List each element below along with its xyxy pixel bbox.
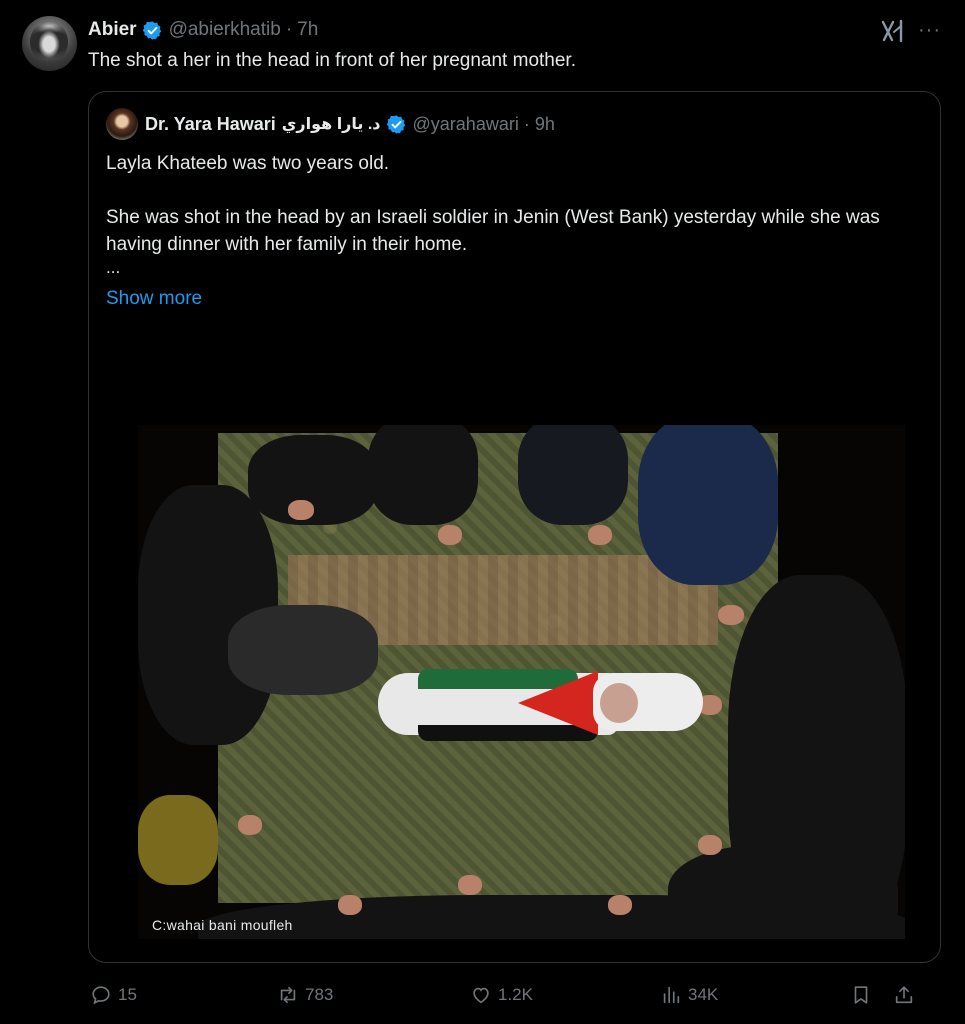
verified-badge-icon	[142, 20, 161, 40]
verified-badge-icon	[386, 114, 405, 134]
quoted-tweet[interactable]: Dr. Yara Hawari د. يارا هواري @yarahawar…	[88, 91, 941, 963]
like-count: 1.2K	[498, 985, 533, 1004]
quote-timestamp[interactable]: 9h	[535, 114, 555, 135]
like-icon	[473, 987, 489, 1004]
reply-count: 15	[118, 985, 137, 1004]
reply-icon	[92, 986, 110, 1005]
separator-dot: ·	[523, 113, 530, 134]
quote-author-name-arabic[interactable]: د. يارا هواري	[282, 114, 381, 134]
hand	[338, 895, 362, 915]
hand	[438, 525, 462, 545]
mourner	[518, 425, 628, 525]
quote-header: Dr. Yara Hawari د. يارا هواري @yarahawar…	[106, 108, 555, 140]
share-icon	[895, 986, 913, 1004]
repost-count: 783	[305, 985, 334, 1004]
flag-stripe-green	[418, 669, 578, 689]
like-button[interactable]: 1.2K	[470, 980, 533, 1010]
repost-button[interactable]: 783	[277, 980, 333, 1010]
hand	[238, 815, 262, 835]
face	[600, 683, 638, 723]
views-button[interactable]: 34K	[660, 980, 718, 1010]
hand	[588, 525, 612, 545]
quote-author-handle[interactable]: @yarahawari	[413, 114, 519, 135]
share-button[interactable]	[893, 980, 915, 1010]
mourner	[638, 425, 778, 585]
grok-icon[interactable]	[880, 18, 906, 44]
repost-icon	[280, 986, 296, 1004]
hand	[698, 835, 722, 855]
author-avatar[interactable]	[22, 16, 77, 71]
bookmark-icon	[854, 986, 868, 1004]
reply-button[interactable]: 15	[90, 980, 137, 1010]
quote-text: Layla Khateeb was two years old. She was…	[106, 150, 926, 285]
hand	[288, 500, 314, 520]
bookmark-button[interactable]	[850, 980, 872, 1010]
author-handle[interactable]: @abierkhatib	[169, 19, 281, 41]
action-bar: 15 783 1.2K 34K	[0, 980, 965, 1010]
tweet-text: The shot a her in the head in front of h…	[88, 50, 576, 71]
mourner	[228, 605, 378, 695]
quote-author-avatar[interactable]	[106, 108, 138, 140]
show-more-link[interactable]: Show more	[106, 288, 202, 310]
quote-paragraph: She was shot in the head by an Israeli s…	[106, 207, 880, 255]
views-count: 34K	[688, 985, 719, 1004]
hand	[718, 605, 744, 625]
tweet-header: Abier @abierkhatib · 7h	[88, 17, 318, 43]
quote-paragraph: Layla Khateeb was two years old.	[106, 153, 390, 174]
author-name[interactable]: Abier	[88, 19, 137, 41]
flag-stripe-black	[418, 725, 598, 741]
text-truncation: ...	[106, 258, 121, 277]
mourner	[668, 845, 898, 939]
views-icon	[663, 986, 680, 1004]
separator-dot: ·	[285, 19, 293, 40]
quote-author-name[interactable]: Dr. Yara Hawari	[145, 114, 276, 135]
mourner	[368, 425, 478, 525]
image-credit: C:wahai bani moufleh	[152, 917, 293, 933]
mourner	[138, 795, 218, 885]
hand	[458, 875, 482, 895]
tweet-timestamp[interactable]: 7h	[297, 19, 318, 41]
quote-media-image[interactable]: C:wahai bani moufleh	[138, 425, 905, 939]
more-icon[interactable]: ···	[918, 20, 941, 40]
hand	[608, 895, 632, 915]
